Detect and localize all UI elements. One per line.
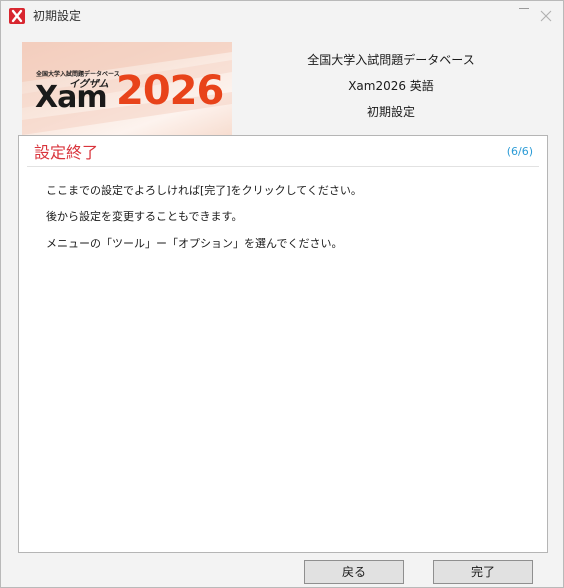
back-button[interactable]: 戻る: [304, 560, 404, 584]
title-bar[interactable]: 初期設定: [1, 1, 563, 31]
product-logo-banner: 全国大学入試問題データベース イグザム Xam 2026: [22, 42, 232, 135]
step-title: 設定終了: [34, 143, 99, 162]
close-icon[interactable]: [538, 8, 554, 24]
window-title: 初期設定: [33, 9, 82, 23]
title-divider: [27, 166, 539, 167]
finish-button[interactable]: 完了: [433, 560, 533, 584]
message-menu-hint: メニューの「ツール」ー「オプション」を選んでください。: [46, 237, 343, 250]
product-database-name: 全国大学入試問題データベース: [307, 53, 475, 67]
banner-year: 2026: [116, 68, 224, 114]
wizard-name: 初期設定: [366, 105, 415, 119]
banner-xam-logo: Xam: [35, 80, 108, 115]
step-counter: (6/6): [506, 145, 533, 158]
minimize-icon[interactable]: [513, 1, 535, 15]
product-edition: Xam2026 英語: [348, 79, 434, 93]
message-change-later: 後から設定を変更することもできます。: [46, 210, 243, 223]
app-x-icon: [9, 8, 25, 24]
wizard-content-panel: 設定終了 (6/6) ここまでの設定でよろしければ[完了]をクリックしてください…: [18, 135, 548, 553]
product-info: 全国大学入試問題データベース Xam2026 英語 初期設定: [241, 47, 541, 125]
message-confirm: ここまでの設定でよろしければ[完了]をクリックしてください。: [46, 184, 362, 197]
setup-wizard-window: 初期設定 全国大学入試問題データベース イグザム Xam 2026 全国大学入試…: [0, 0, 564, 588]
